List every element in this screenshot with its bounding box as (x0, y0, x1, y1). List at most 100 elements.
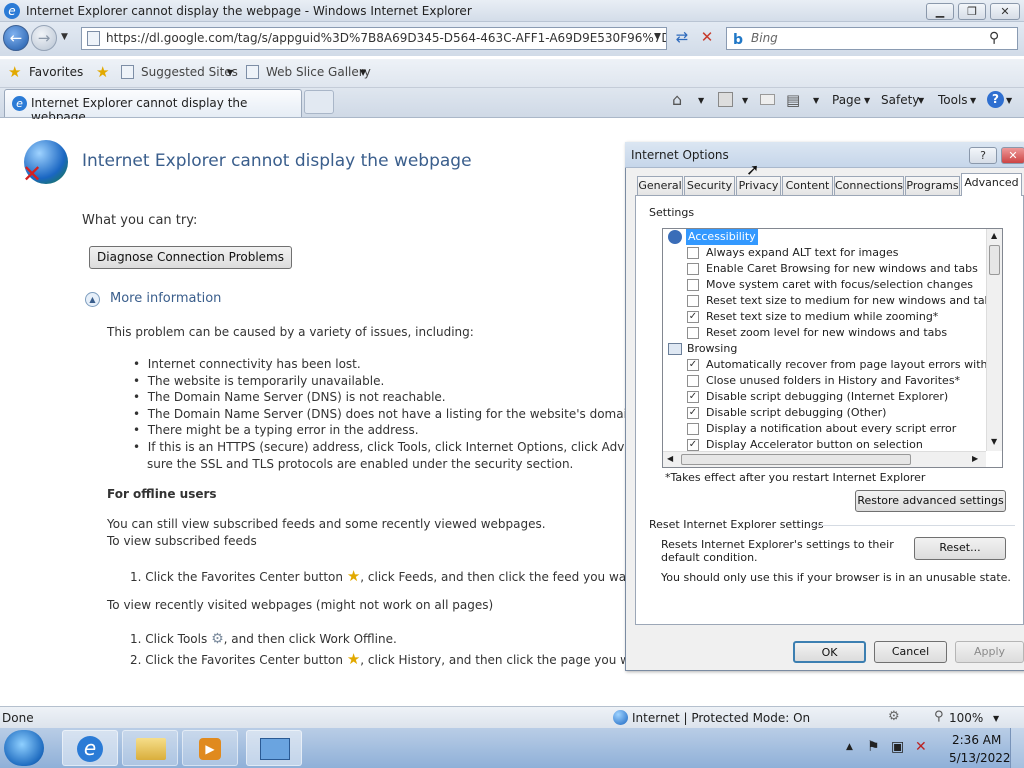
history-dropdown-icon[interactable]: ▼ (61, 32, 68, 42)
dialog-help-button[interactable]: ? (969, 147, 997, 164)
tab-advanced[interactable]: Advanced (961, 173, 1022, 196)
start-button[interactable] (4, 730, 44, 766)
checkbox[interactable] (687, 423, 699, 435)
ok-button[interactable]: OK (793, 641, 866, 663)
setting-row[interactable]: Reset zoom level for new windows and tab… (663, 325, 993, 341)
zoom-icon[interactable]: ⚲ (934, 709, 944, 724)
setting-row[interactable]: Always expand ALT text for images (663, 245, 993, 261)
help-icon[interactable]: ? (987, 91, 1004, 108)
show-hidden-icons[interactable]: ▲ (846, 742, 853, 752)
chevron-down-icon[interactable]: ▼ (227, 68, 233, 77)
chevron-down-icon[interactable]: ▼ (1006, 96, 1012, 105)
zoom-level[interactable]: 100% (949, 711, 983, 725)
scroll-down-icon[interactable]: ▼ (991, 437, 997, 446)
chevron-down-icon[interactable]: ▼ (360, 68, 366, 77)
address-field[interactable]: https://dl.google.com/tag/s/appguid%3D%7… (81, 27, 667, 50)
taskbar-explorer[interactable] (122, 730, 178, 766)
show-desktop-button[interactable] (1010, 728, 1024, 768)
tab-programs[interactable]: Programs (905, 176, 960, 195)
forward-button[interactable]: → (31, 25, 57, 51)
scroll-thumb[interactable] (989, 245, 1000, 275)
checkbox[interactable] (687, 263, 699, 275)
diagnose-connection-button[interactable]: Diagnose Connection Problems (89, 246, 292, 269)
taskbar-ie[interactable]: e (62, 730, 118, 766)
scroll-right-icon[interactable]: ▶ (972, 454, 978, 463)
checkbox[interactable]: ✓ (687, 407, 699, 419)
taskbar-control-panel[interactable] (246, 730, 302, 766)
chevron-down-icon[interactable]: ▼ (918, 96, 924, 105)
checkbox[interactable]: ✓ (687, 359, 699, 371)
search-icon[interactable]: ⚲ (989, 28, 999, 49)
favorites-button[interactable]: Favorites (29, 65, 83, 79)
checkbox[interactable] (687, 247, 699, 259)
search-field[interactable]: b Bing ⚲ (726, 27, 1018, 50)
checkbox[interactable] (687, 279, 699, 291)
stop-icon[interactable]: ✕ (697, 28, 717, 48)
home-icon[interactable]: ⌂ (672, 90, 682, 109)
safety-menu[interactable]: Safety (881, 93, 919, 107)
volume-muted-icon[interactable]: ✕ (915, 739, 927, 755)
web-slice-gallery-link[interactable]: Web Slice Gallery (266, 65, 371, 79)
checkbox[interactable]: ✓ (687, 311, 699, 323)
page-menu[interactable]: Page (832, 93, 861, 107)
setting-row[interactable]: Display a notification about every scrip… (663, 421, 993, 437)
chevron-down-icon[interactable]: ▼ (742, 96, 748, 105)
dialog-close-button[interactable]: ✕ (1001, 147, 1024, 164)
tab-content[interactable]: Content (782, 176, 833, 195)
maximize-button[interactable]: ❐ (958, 3, 986, 20)
suggested-sites-link[interactable]: Suggested Sites (141, 65, 238, 79)
checkbox[interactable] (687, 295, 699, 307)
checkbox[interactable]: ✓ (687, 439, 699, 451)
mail-icon[interactable] (760, 94, 775, 105)
tab-security[interactable]: Security (684, 176, 735, 195)
tools-menu[interactable]: Tools (938, 93, 968, 107)
tab-general[interactable]: General (637, 176, 683, 195)
action-center-icon[interactable]: ⚑ (867, 739, 880, 755)
restore-advanced-button[interactable]: Restore advanced settings (855, 490, 1006, 512)
more-information-link[interactable]: More information (110, 291, 221, 306)
refresh-icon[interactable]: ⇄ (672, 28, 692, 48)
setting-row[interactable]: ✓ Automatically recover from page layout … (663, 357, 1002, 373)
security-icon[interactable]: ⚙ (888, 709, 900, 724)
setting-row[interactable]: Move system caret with focus/selection c… (663, 277, 993, 293)
scroll-thumb[interactable] (681, 454, 911, 465)
collapse-icon[interactable]: ▲ (85, 292, 100, 307)
chevron-down-icon[interactable]: ▼ (813, 96, 819, 105)
chevron-down-icon[interactable]: ▼ (864, 96, 870, 105)
setting-row[interactable]: Close unused folders in History and Favo… (663, 373, 993, 389)
checkbox[interactable] (687, 375, 699, 387)
horizontal-scrollbar[interactable]: ◀ ▶ (663, 451, 986, 467)
vertical-scrollbar[interactable]: ▲ ▼ (986, 229, 1002, 451)
minimize-button[interactable]: ▁ (926, 3, 954, 20)
chevron-down-icon[interactable]: ▼ (993, 714, 999, 723)
setting-row[interactable]: ✓ Disable script debugging (Other) (663, 405, 993, 421)
setting-row[interactable]: ✓ Reset text size to medium while zooming… (663, 309, 993, 325)
scroll-left-icon[interactable]: ◀ (667, 454, 673, 463)
tab-current[interactable]: e Internet Explorer cannot display the w… (4, 89, 302, 124)
back-button[interactable]: ← (3, 25, 29, 51)
chevron-down-icon[interactable]: ▼ (970, 96, 976, 105)
reset-button[interactable]: Reset... (914, 537, 1006, 560)
tab-privacy[interactable]: Privacy (736, 176, 781, 195)
apply-button[interactable]: Apply (955, 641, 1024, 663)
checkbox[interactable] (687, 327, 699, 339)
settings-tree[interactable]: Accessibility Always expand ALT text for… (662, 228, 1003, 468)
setting-row[interactable]: Enable Caret Browsing for new windows an… (663, 261, 993, 277)
setting-row[interactable]: Reset text size to medium for new window… (663, 293, 997, 309)
tab-connections[interactable]: Connections (834, 176, 904, 195)
chevron-down-icon[interactable]: ▼ (698, 96, 704, 105)
print-icon[interactable]: ▤ (786, 91, 800, 109)
clock-time[interactable]: 2:36 AM (952, 733, 1001, 747)
close-window-button[interactable]: ✕ (990, 3, 1020, 20)
taskbar-media-player[interactable]: ▶ (182, 730, 238, 766)
address-dropdown-icon[interactable]: ▼ (654, 32, 661, 42)
clock-date[interactable]: 5/13/2022 (949, 751, 1011, 765)
feeds-icon[interactable] (718, 92, 733, 107)
favorites-star-icon[interactable]: ★ (8, 63, 21, 81)
new-tab-button[interactable] (304, 90, 334, 114)
add-favorites-icon[interactable]: ★ (96, 63, 109, 81)
cancel-button[interactable]: Cancel (874, 641, 947, 663)
zone-text[interactable]: Internet | Protected Mode: On (632, 711, 810, 725)
network-icon[interactable]: ▣ (891, 739, 904, 755)
checkbox[interactable]: ✓ (687, 391, 699, 403)
